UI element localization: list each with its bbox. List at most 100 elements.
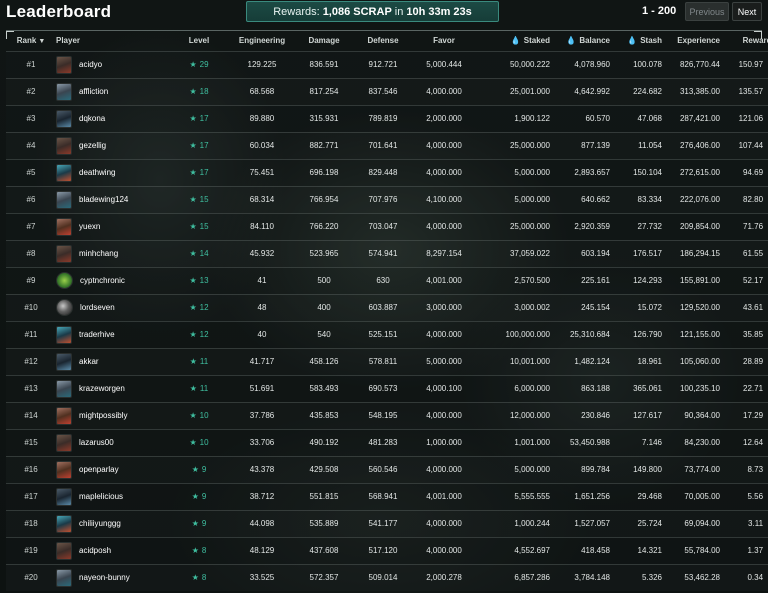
player-cell[interactable]: deathwing (56, 159, 168, 186)
player-cell[interactable]: krazeworgen (56, 375, 168, 402)
player-name[interactable]: yuexn (79, 222, 100, 231)
player-cell[interactable]: openparlay (56, 456, 168, 483)
experience-cell: 105,060.00 (679, 357, 720, 366)
player-name[interactable]: maplelicious (79, 492, 123, 501)
level-cell: ★ 15 (189, 222, 209, 231)
player-cell[interactable]: mightpossibly (56, 402, 168, 429)
player-cell[interactable]: acidposh (56, 537, 168, 564)
column-header-favor[interactable]: Favor (412, 31, 476, 51)
player-cell[interactable]: traderhive (56, 321, 168, 348)
table-row[interactable]: #17 maplelicious ★ 9 38.712 551.815 568.941 4,0… (6, 483, 768, 510)
player-name[interactable]: krazeworgen (79, 384, 125, 393)
column-header-staked[interactable]: 💧 Staked (476, 31, 556, 51)
table-row[interactable]: #13 krazeworgen ★ 11 51.691 583.493 690.573 4,0… (6, 375, 768, 402)
player-name[interactable]: nayeon-bunny (79, 573, 130, 582)
column-header-level[interactable]: Level (168, 31, 230, 51)
player-name[interactable]: affliction (79, 87, 108, 96)
player-cell[interactable]: lordseven (56, 294, 168, 321)
table-row[interactable]: #2 affliction ★ 18 68.568 817.254 837.546 4,000… (6, 78, 768, 105)
player-cell[interactable]: minhchang (56, 240, 168, 267)
table-row[interactable]: #10 lordseven ★ 12 48 400 603.887 3,000.000 3,00… (6, 294, 768, 321)
column-header-damage[interactable]: Damage (294, 31, 354, 51)
table-row[interactable]: #12 akkar ★ 11 41.717 458.126 578.811 5,000.000… (6, 348, 768, 375)
player-name[interactable]: akkar (79, 357, 99, 366)
table-row[interactable]: #15 lazarus00 ★ 10 33.706 490.192 481.283 1,000… (6, 429, 768, 456)
table-row[interactable]: #9 cyptnchronic ★ 13 41 500 630 4,001.000 2,570.… (6, 267, 768, 294)
player-name[interactable]: lazarus00 (79, 438, 114, 447)
column-header-player[interactable]: Player (56, 31, 168, 51)
player-cell[interactable]: affliction (56, 78, 168, 105)
balance-cell: 1,651.256 (574, 492, 610, 501)
player-cell[interactable]: bladewing124 (56, 186, 168, 213)
column-header-balance[interactable]: 💧 Balance (556, 31, 616, 51)
player-cell[interactable]: dqkona (56, 105, 168, 132)
column-header-engineering[interactable]: Engineering (230, 31, 294, 51)
stash-cell: 100.078 (633, 60, 662, 69)
rewards-cell: 28.89💧 (726, 348, 768, 375)
player-cell[interactable]: nayeon-bunny (56, 564, 168, 591)
table-row[interactable]: #11 traderhive ★ 12 40 540 525.151 4,000.000 100… (6, 321, 768, 348)
star-icon: ★ (189, 438, 197, 447)
player-name[interactable]: traderhive (79, 330, 115, 339)
table-row[interactable]: #14 mightpossibly ★ 10 37.786 435.853 548.195 4… (6, 402, 768, 429)
staked-cell: 2,570.500 (514, 276, 550, 285)
column-header-stash[interactable]: 💧 Stash (616, 31, 668, 51)
staked-cell: 3,000.002 (514, 303, 550, 312)
rank-cell: #13 (24, 384, 38, 393)
table-row[interactable]: #1 acidyo ★ 29 129.225 836.591 912.721 5,000.44… (6, 51, 768, 78)
column-header-rank[interactable]: Rank ▼ (6, 31, 56, 51)
experience-cell: 272,615.00 (679, 168, 720, 177)
player-name[interactable]: minhchang (79, 249, 118, 258)
player-cell[interactable]: cyptnchronic (56, 267, 168, 294)
player-cell[interactable]: lazarus00 (56, 429, 168, 456)
player-name[interactable]: acidyo (79, 60, 102, 69)
stash-cell: 124.293 (633, 276, 662, 285)
engineering-cell: 51.691 (249, 384, 275, 393)
player-name[interactable]: chiliiyunggg (79, 519, 121, 528)
player-cell[interactable]: maplelicious (56, 483, 168, 510)
table-row[interactable]: #3 dqkona ★ 17 89.880 315.931 789.819 2,000.000… (6, 105, 768, 132)
table-row[interactable]: #20 nayeon-bunny ★ 8 33.525 572.357 509.014 2,0… (6, 564, 768, 591)
table-row[interactable]: #19 acidposh ★ 8 48.129 437.608 517.120 4,000.0… (6, 537, 768, 564)
column-header-defense[interactable]: Defense (354, 31, 412, 51)
player-cell[interactable]: yuexn (56, 213, 168, 240)
player-name[interactable]: deathwing (79, 168, 115, 177)
engineering-cell: 129.225 (247, 60, 277, 69)
table-row[interactable]: #16 openparlay ★ 9 43.378 429.508 560.546 4,000… (6, 456, 768, 483)
player-cell[interactable]: acidyo (56, 51, 168, 78)
rewards-cell: 17.29💧 (726, 402, 768, 429)
staked-cell: 4,552.697 (514, 546, 550, 555)
favor-cell: 4,000.000 (426, 519, 462, 528)
table-row[interactable]: #18 chiliiyunggg ★ 9 44.098 535.889 541.177 4,0… (6, 510, 768, 537)
player-name[interactable]: bladewing124 (79, 195, 128, 204)
player-cell[interactable]: akkar (56, 348, 168, 375)
experience-cell: 69,094.00 (684, 519, 720, 528)
column-header-rewards[interactable]: Rewards (726, 31, 768, 51)
rank-cell: #2 (26, 87, 36, 96)
table-row[interactable]: #5 deathwing ★ 17 75.451 696.198 829.448 4,000.… (6, 159, 768, 186)
damage-cell: 551.815 (309, 492, 339, 501)
star-icon: ★ (189, 276, 197, 285)
balance-cell: 877.139 (581, 141, 610, 150)
player-name[interactable]: gezellig (79, 141, 106, 150)
rewards-cell: 35.85💧 (726, 321, 768, 348)
player-cell[interactable]: chiliiyunggg (56, 510, 168, 537)
player-name[interactable]: lordseven (80, 303, 115, 312)
damage-cell: 500 (317, 276, 331, 285)
column-header-experience[interactable]: Experience (668, 31, 726, 51)
player-name[interactable]: mightpossibly (79, 411, 127, 420)
table-row[interactable]: #7 yuexn ★ 15 84.110 766.220 703.047 4,000.000 2… (6, 213, 768, 240)
table-row[interactable]: #8 minhchang ★ 14 45.932 523.965 574.941 8,297.… (6, 240, 768, 267)
player-name[interactable]: acidposh (79, 546, 111, 555)
player-name[interactable]: dqkona (79, 114, 105, 123)
player-name[interactable]: openparlay (79, 465, 119, 474)
player-name[interactable]: cyptnchronic (80, 276, 125, 285)
next-button[interactable]: Next (732, 2, 762, 21)
table-row[interactable]: #4 gezellig ★ 17 60.034 882.771 701.641 4,000.0… (6, 132, 768, 159)
table-row[interactable]: #6 bladewing124 ★ 15 68.314 766.954 707.976 4,1… (6, 186, 768, 213)
staked-cell: 1,900.122 (514, 114, 550, 123)
defense-cell: 789.819 (368, 114, 398, 123)
player-cell[interactable]: gezellig (56, 132, 168, 159)
stash-cell: 126.790 (633, 330, 662, 339)
previous-button[interactable]: Previous (685, 2, 729, 21)
